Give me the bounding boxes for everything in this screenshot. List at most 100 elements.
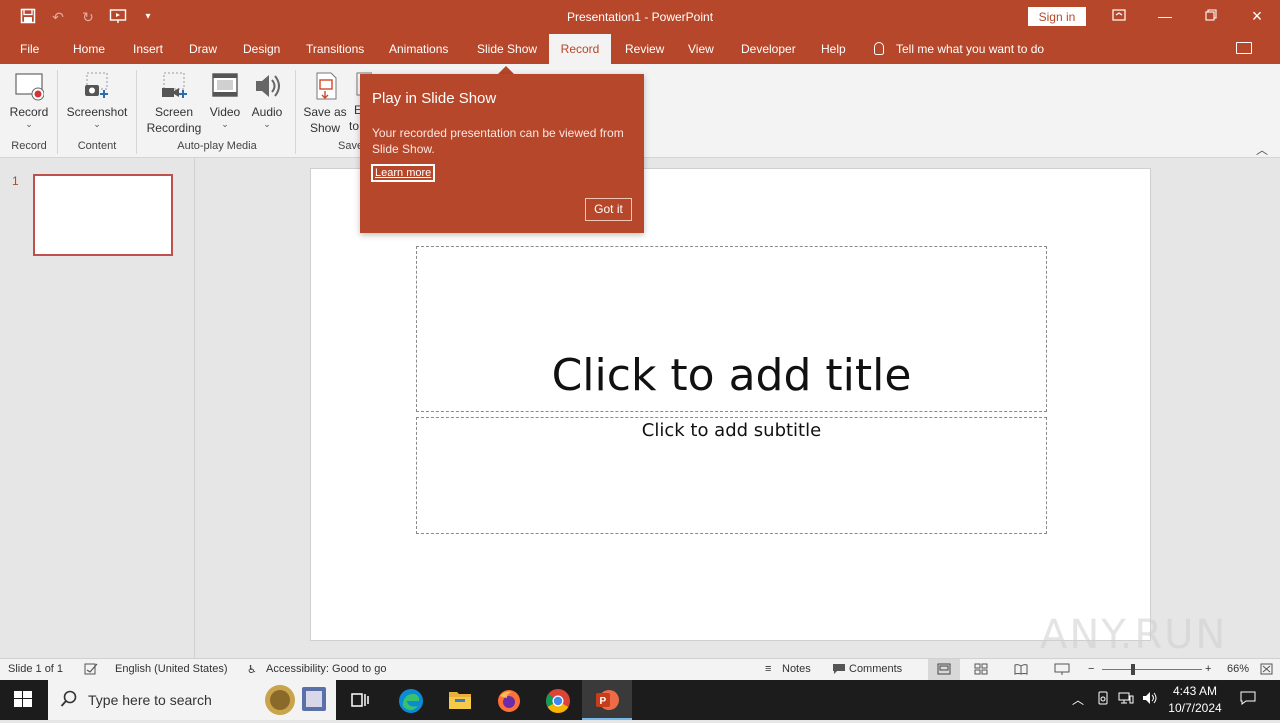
tab-draw[interactable]: Draw [179,34,227,64]
screen-recording-icon [159,70,189,102]
save-icon[interactable] [18,8,38,26]
zoom-out-icon[interactable]: − [1088,663,1094,675]
tab-record[interactable]: Record [549,34,611,64]
language-indicator[interactable]: English (United States) [115,663,228,675]
video-label: Video [209,105,241,119]
record-label: Record [9,105,49,119]
tab-animations[interactable]: Animations [379,34,458,64]
tab-file[interactable]: File [10,34,49,64]
zoom-slider-track[interactable] [1102,669,1202,670]
screenshot-icon [82,70,112,102]
ribbon-display-options-icon[interactable] [1104,6,1134,26]
tab-transitions[interactable]: Transitions [296,34,374,64]
slide-show-view-icon[interactable] [1054,663,1070,678]
powerpoint-taskbar-icon[interactable]: P [582,680,632,720]
firefox-icon[interactable] [496,688,522,712]
zoom-slider-thumb[interactable] [1131,664,1135,675]
status-bar: Slide 1 of 1 English (United States) ♿ A… [0,658,1280,680]
slide-canvas[interactable]: Click to add title Click to add subtitle [310,168,1151,641]
task-view-icon[interactable] [348,688,374,712]
learn-more-link[interactable]: Learn more [371,164,436,182]
lightbulb-icon [874,42,884,55]
redo-icon[interactable]: ↻ [78,8,98,26]
reading-view-icon[interactable] [1014,663,1028,678]
notes-icon[interactable]: ≡ [765,663,771,675]
group-divider [295,70,296,154]
accessibility-icon[interactable]: ♿ [247,663,257,676]
tab-home[interactable]: Home [63,34,115,64]
normal-view-icon[interactable] [928,659,960,680]
screenshot-button[interactable]: Screenshot ⌄ [64,70,130,129]
group-record: Record [11,140,47,152]
group-save: Save [338,140,364,152]
search-icon [60,690,78,711]
subtitle-placeholder[interactable]: Click to add subtitle [416,417,1047,534]
got-it-button[interactable]: Got it [585,198,632,221]
tab-developer[interactable]: Developer [731,34,806,64]
screen-recording-button[interactable]: Screen Recording [144,70,204,136]
slide-editor: Click to add title Click to add subtitle [196,158,1280,658]
popup-arrow [498,66,514,74]
watermark: ANY.RUN [1040,612,1228,658]
taskbar-clock[interactable]: 4:43 AM 10/7/2024 [1162,683,1228,717]
edge-browser-icon[interactable] [398,688,424,713]
windows-start-icon[interactable] [12,688,38,712]
tell-me-search[interactable]: Tell me what you want to do [874,34,1044,64]
group-divider [136,70,137,154]
close-icon[interactable]: × [1242,6,1272,26]
tab-insert[interactable]: Insert [123,34,173,64]
restore-icon[interactable] [1196,6,1226,26]
slide-sorter-icon[interactable] [974,663,988,678]
search-placeholder: Type here to search [88,692,212,708]
minimize-icon[interactable]: — [1150,6,1180,26]
save-as-show-label-2: Show [309,121,341,135]
screen-recording-label-2: Recording [146,121,202,135]
group-divider [57,70,58,154]
svg-text:P: P [600,696,607,707]
chrome-icon[interactable] [545,688,571,714]
collapse-ribbon-icon[interactable]: ︿ [1256,141,1268,158]
save-as-show-label-1: Save as [303,105,347,119]
window-title: Presentation1 - PowerPoint [566,10,714,24]
callout-title: Play in Slide Show [372,90,497,107]
title-placeholder[interactable]: Click to add title [416,246,1047,412]
undo-icon[interactable]: ↶ [48,8,68,26]
sign-in-button[interactable]: Sign in [1028,7,1086,26]
zoom-in-icon[interactable]: + [1205,663,1211,675]
audio-button[interactable]: Audio ⌄ [248,70,286,129]
slide-count[interactable]: Slide 1 of 1 [8,663,63,675]
video-button[interactable]: Video ⌄ [206,70,244,129]
save-as-show-button[interactable]: Save as Show [302,70,348,136]
accessibility-status[interactable]: Accessibility: Good to go [266,663,386,675]
customize-qat-icon[interactable]: ▾ [138,8,158,26]
device-icon[interactable] [1096,691,1110,708]
file-explorer-icon[interactable] [447,688,473,712]
record-button[interactable]: Record ⌄ [6,70,52,129]
taskbar-search-box[interactable]: Type here to search [48,680,336,720]
comments-icon[interactable] [1236,42,1252,54]
zoom-level[interactable]: 66% [1227,663,1249,675]
tab-review[interactable]: Review [615,34,674,64]
notes-button[interactable]: Notes [782,663,811,675]
slide-thumbnail[interactable] [33,174,173,256]
comments-button[interactable]: Comments [849,663,902,675]
tab-slide-show[interactable]: Slide Show [467,34,547,64]
slide-number: 1 [12,174,19,188]
play-in-slide-show-callout: Play in Slide Show Your recorded present… [360,74,644,233]
spelling-check-icon[interactable] [84,663,98,678]
clock-time: 4:43 AM [1172,684,1218,698]
comments-status-icon[interactable] [832,663,846,678]
show-hidden-icons-icon[interactable]: ︿ [1072,691,1084,708]
volume-icon[interactable] [1142,691,1158,708]
tab-design[interactable]: Design [233,34,290,64]
tab-view[interactable]: View [678,34,724,64]
tab-help[interactable]: Help [811,34,856,64]
present-from-beginning-icon[interactable] [108,8,128,26]
network-icon[interactable] [1118,691,1134,708]
quick-access-toolbar: ↶ ↻ ▾ [18,8,158,26]
fit-slide-icon[interactable] [1260,663,1273,678]
notifications-icon[interactable] [1240,691,1256,708]
film-icon [210,70,240,102]
group-autoplay-media: Auto-play Media [177,140,257,152]
tell-me-label: Tell me what you want to do [896,42,1045,56]
